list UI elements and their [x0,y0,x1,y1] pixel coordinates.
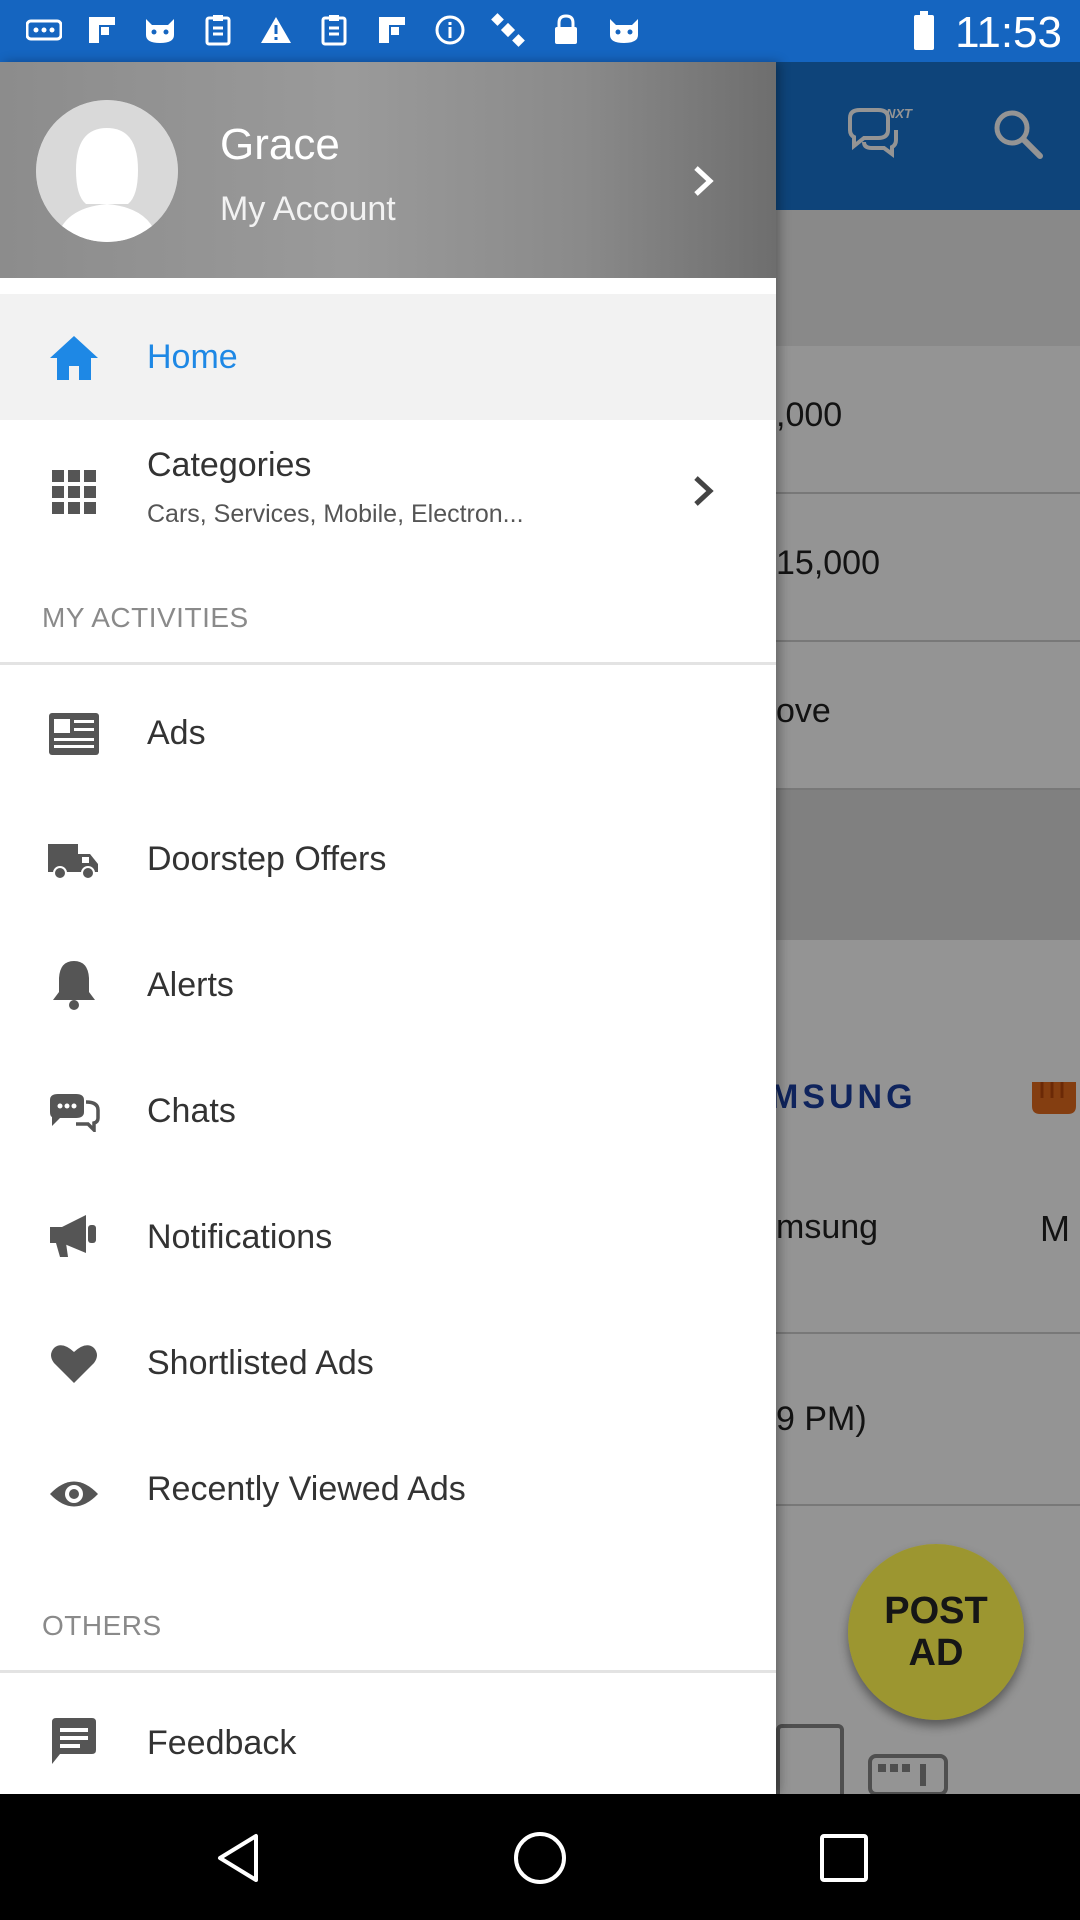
warning-icon [258,12,294,48]
clipboard-icon [200,12,236,48]
section-title-my-activities: MY ACTIVITIES [42,602,249,633]
battery-icon [913,10,935,56]
menu-item-label: Chats [147,1092,236,1130]
menu-item-label: Recently Viewed Ads [147,1470,466,1508]
divider [0,662,776,665]
megaphone-icon [44,1206,104,1266]
menu-item-notifications[interactable]: Notifications [0,1176,776,1302]
clipboard-icon [316,12,352,48]
flipboard-icon [374,12,410,48]
home-icon[interactable] [512,1830,568,1886]
menu-item-alerts[interactable]: Alerts [0,924,776,1050]
menu-item-label: Shortlisted Ads [147,1344,374,1382]
menu-item-label: Categories [147,446,312,484]
menu-item-label: Notifications [147,1218,333,1256]
bell-icon [44,954,104,1014]
menu-item-ads[interactable]: Ads [0,672,776,798]
info-icon [432,12,468,48]
menu-item-home[interactable]: Home [0,294,776,420]
user-name: Grace [220,120,340,169]
menu-item-chats[interactable]: Chats [0,1050,776,1176]
status-right: 11:53 [913,8,1062,58]
feedback-icon [44,1712,104,1772]
chevron-right-icon[interactable] [688,164,718,198]
grid-icon [44,462,104,522]
satellite-icon [490,12,526,48]
system-nav-bar [0,1794,1080,1920]
heart-icon [44,1334,104,1394]
status-notification-icons [26,12,642,48]
chevron-right-icon [688,474,718,508]
drawer-header[interactable]: Grace My Account [0,62,776,278]
menu-item-categories[interactable]: Categories Cars, Services, Mobile, Elect… [0,420,776,560]
section-title-others: OTHERS [42,1610,162,1641]
menu-item-shortlisted-ads[interactable]: Shortlisted Ads [0,1302,776,1428]
menu-item-label: Feedback [147,1724,297,1762]
status-bar: 11:53 [0,0,1080,62]
home-icon [44,328,104,388]
eye-icon [44,1464,104,1524]
news-icon [44,704,104,764]
truck-icon [44,830,104,890]
avatar[interactable] [36,100,178,242]
recents-icon[interactable] [816,1830,872,1886]
menu-item-label: Home [147,338,238,376]
cat-icon [142,12,178,48]
chat-icon [44,1082,104,1142]
navigation-drawer: Grace My Account Home Categories Cars, S… [0,62,776,1794]
cat-icon [606,12,642,48]
menu-item-doorstep-offers[interactable]: Doorstep Offers [0,798,776,924]
more-icon [26,12,62,48]
status-time: 11:53 [955,8,1062,57]
menu-item-label: Doorstep Offers [147,840,387,878]
menu-item-label: Ads [147,714,206,752]
menu-item-feedback[interactable]: Feedback [0,1680,776,1794]
fab-scrim [848,1544,1024,1720]
menu-item-recently-viewed-ads[interactable]: Recently Viewed Ads [0,1428,776,1554]
back-icon[interactable] [212,1830,268,1886]
my-account-link[interactable]: My Account [220,190,396,229]
flipboard-icon [84,12,120,48]
menu-item-label: Alerts [147,966,234,1004]
divider [0,1670,776,1673]
lock-icon [548,12,584,48]
menu-item-subtitle: Cars, Services, Mobile, Electron... [147,500,524,528]
